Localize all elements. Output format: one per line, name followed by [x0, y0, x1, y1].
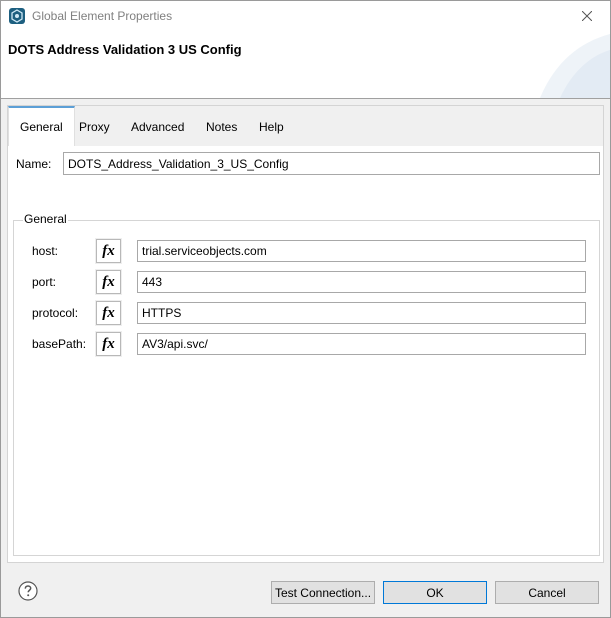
tab-advanced[interactable]: Advanced [120, 106, 195, 146]
protocol-input[interactable] [137, 302, 586, 324]
tab-container: General Proxy Advanced Notes Help Name: … [7, 105, 604, 563]
basepath-label: basePath: [32, 337, 87, 351]
tab-general[interactable]: General [8, 106, 75, 146]
banner-decoration [540, 34, 610, 98]
fx-icon: fx [102, 273, 115, 290]
tab-proxy[interactable]: Proxy [68, 106, 121, 146]
tab-help[interactable]: Help [248, 106, 295, 146]
tab-notes[interactable]: Notes [195, 106, 248, 146]
cancel-button[interactable]: Cancel [495, 581, 599, 604]
host-input[interactable] [137, 240, 586, 262]
port-expression-button[interactable]: fx [96, 270, 121, 294]
ok-button[interactable]: OK [383, 581, 487, 604]
protocol-label: protocol: [32, 306, 79, 320]
dialog-banner: DOTS Address Validation 3 US Config [1, 32, 610, 98]
host-label: host: [32, 244, 59, 258]
tab-strip: General Proxy Advanced Notes Help [8, 106, 603, 146]
fx-icon: fx [102, 242, 115, 259]
port-label: port: [32, 275, 57, 289]
help-button[interactable] [18, 581, 38, 601]
test-connection-button[interactable]: Test Connection... [271, 581, 375, 604]
fx-icon: fx [102, 304, 115, 321]
host-expression-button[interactable]: fx [96, 239, 121, 263]
app-icon [9, 8, 25, 24]
name-label: Name: [16, 157, 52, 171]
name-input[interactable] [63, 152, 600, 175]
general-group-title: General [23, 212, 68, 226]
banner-separator [1, 98, 610, 99]
general-group: General host: fx port: fx protocol: fx b… [13, 212, 600, 556]
help-icon [18, 581, 38, 601]
protocol-expression-button[interactable]: fx [96, 301, 121, 325]
window-title: Global Element Properties [32, 9, 173, 23]
close-icon [581, 10, 593, 24]
close-button[interactable] [564, 1, 610, 32]
general-panel: Name: General host: fx port: fx protocol… [8, 146, 603, 562]
fx-icon: fx [102, 335, 115, 352]
title-bar[interactable]: Global Element Properties [1, 1, 610, 32]
port-input[interactable] [137, 271, 586, 293]
global-element-properties-dialog: Global Element Properties DOTS Address V… [0, 0, 611, 618]
basepath-expression-button[interactable]: fx [96, 332, 121, 356]
banner-title: DOTS Address Validation 3 US Config [8, 42, 242, 57]
basepath-input[interactable] [137, 333, 586, 355]
